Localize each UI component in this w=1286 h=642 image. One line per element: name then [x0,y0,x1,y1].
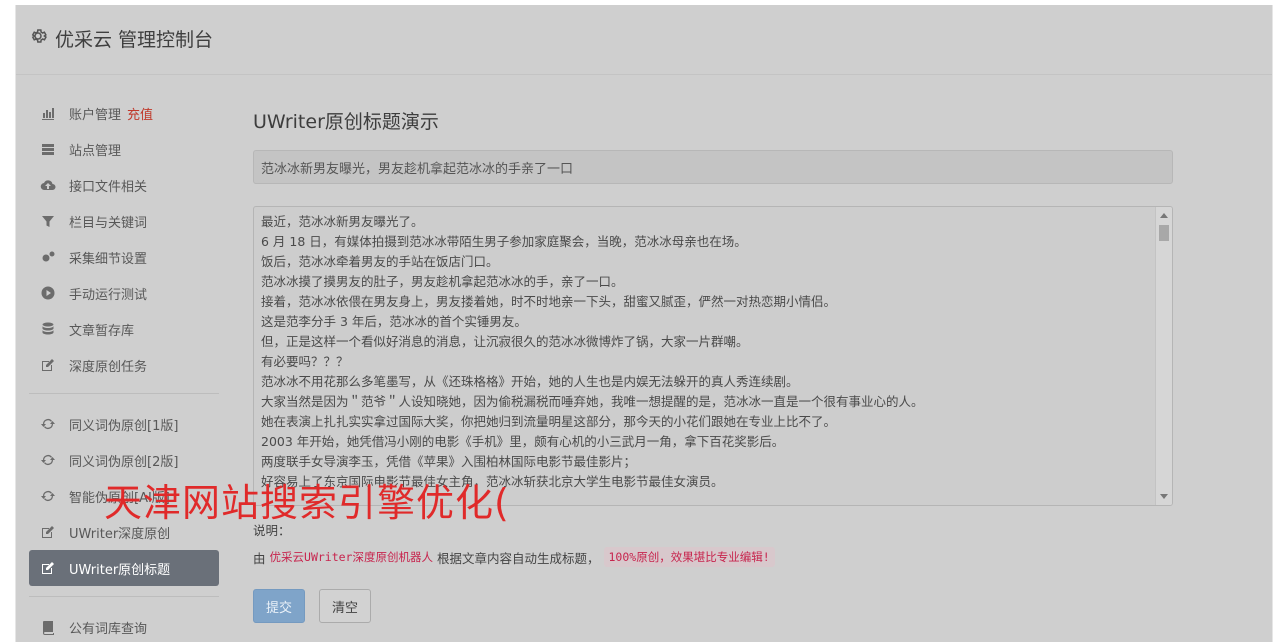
sidebar-item[interactable]: UWriter原创标题 [29,550,219,586]
article-line: 这是范李分手 3 年后，范冰冰的首个实锤男友。 [261,314,527,329]
sidebar: 账户管理 充值站点管理接口文件相关 栏目与关键词 采集细节设置 手动运行测试 文章暂存库深… [29,95,219,642]
textarea-scrollbar[interactable] [1155,207,1172,505]
sidebar-item[interactable]: 文章暂存库 [29,311,219,347]
scroll-up-icon[interactable] [1160,213,1168,218]
sidebar-item[interactable]: 采集细节设置 [29,239,219,275]
cogs-icon [39,248,57,266]
edit-icon [39,356,57,374]
article-line: 范冰冰不用花那么多笔墨写，从《还珠格格》开始，她的人生也是内娱无法躲开的真人秀连… [261,374,799,389]
header: 优采云 管理控制台 [16,5,1272,75]
sidebar-item[interactable]: 账户管理 充值 [29,95,219,131]
article-line: 她在表演上扎扎实实拿过国际大奖，你把她归到流量明星这部分，那今天的小花们跟她在专… [261,414,837,429]
sidebar-item-label: 公有词库查询 [69,621,148,637]
sidebar-divider [29,596,219,597]
brand[interactable]: 优采云 管理控制台 [29,25,213,52]
sidebar-item[interactable]: 栏目与关键词 [29,203,219,239]
article-line: 6 月 18 日，有媒体拍摄到范冰冰带陌生男子参加家庭聚会，当晚，范冰冰母亲也在… [261,234,747,249]
sidebar-item[interactable]: 手动运行测试 [29,275,219,311]
sidebar-item[interactable]: 站点管理 [29,131,219,167]
note: 由 优采云UWriter深度原创机器人 根据文章内容自动生成标题， 100%原创… [253,547,1173,567]
article-line: 接着，范冰冰依偎在男友身上，男友搂着她，时不时地亲一下头，甜蜜又腻歪，俨然一对热… [261,294,837,309]
article-line: 最近，范冰冰新男友曝光了。 [261,214,424,229]
sidebar-item[interactable]: 接口文件相关 [29,167,219,203]
sidebar-item-label: 文章暂存库 [69,323,135,339]
submit-button[interactable]: 提交 [253,589,306,623]
sidebar-item-label: 同义词伪原创[2版] [69,454,179,470]
sidebar-divider [29,393,219,394]
article-line: 两度联手女导演李玉，凭借《苹果》入围柏林国际电影节最佳影片； [261,454,637,469]
article-line: 有必要吗？？？ [261,354,349,369]
article-line: 但，正是这样一个看似好消息的消息，让沉寂很久的范冰冰微博炸了锅，大家一片群嘲。 [261,334,749,349]
note-prefix: 由 [253,550,266,566]
article-line: 饭后，范冰冰牵着男友的手站在饭店门口。 [261,254,499,269]
database-icon [39,320,57,338]
clear-button[interactable]: 清空 [319,589,372,623]
app-frame: 优采云 管理控制台 账户管理 充值站点管理接口文件相关 栏目与关键词 采集细节设置 手动… [15,5,1273,642]
refresh-icon [39,487,57,505]
sidebar-item[interactable]: 深度原创任务 [29,347,219,383]
edit-icon [39,523,57,541]
sidebar-item-label: 站点管理 [69,143,122,159]
bar-chart-icon [39,104,57,122]
gear-icon [29,27,47,50]
article-line: 大家当然是因为＂范爷＂人设知晓她，因为偷税漏税而唾弃她，我唯一想提醒的是，范冰冰… [261,394,924,409]
play-circle-icon [39,284,57,302]
recharge-link[interactable]: 充值 [127,104,153,123]
sidebar-item-label: 手动运行测试 [69,287,148,303]
article-line: 2003 年开始，她凭借冯小刚的电影《手机》里，颇有心机的小三武月一角，拿下百花… [261,434,785,449]
note-middle: 根据文章内容自动生成标题， [436,550,600,566]
title-output-field[interactable]: 范冰冰新男友曝光，男友趁机拿起范冰冰的手亲了一口 [253,150,1173,184]
filter-icon [39,212,57,230]
scroll-down-icon[interactable] [1160,494,1168,499]
sidebar-item[interactable]: 公有词库查询 [29,609,219,642]
edit-icon [39,559,57,577]
sidebar-item-label: 栏目与关键词 [69,215,148,231]
sidebar-item-label: 深度原创任务 [69,359,148,375]
article-textarea[interactable]: 最近，范冰冰新男友曝光了。 6 月 18 日，有媒体拍摄到范冰冰带陌生男子参加家庭… [253,206,1173,506]
sidebar-item-label: 接口文件相关 [69,179,148,195]
cloud-upload-icon [39,176,57,194]
action-buttons: 提交 清空 [253,589,1173,623]
sidebar-item-label: UWriter原创标题 [69,562,171,578]
brand-title: 优采云 管理控制台 [55,29,214,51]
scroll-thumb[interactable] [1159,225,1169,241]
refresh-icon [39,415,57,433]
refresh-icon [39,451,57,469]
sidebar-item-label: 账户管理 [69,107,122,123]
article-text: 最近，范冰冰新男友曝光了。 6 月 18 日，有媒体拍摄到范冰冰带陌生男子参加家庭… [261,212,1152,492]
page-title: UWriter原创标题演示 [253,111,439,133]
note-robot-name: 优采云UWriter深度原创机器人 [269,550,433,564]
article-line: 范冰冰摸了摸男友的肚子，男友趁机拿起范冰冰的手，亲了一口。 [261,274,624,289]
watermark-text: 天津网站搜索引擎优化( [104,481,510,525]
main-content: UWriter原创标题演示 范冰冰新男友曝光，男友趁机拿起范冰冰的手亲了一口 最… [253,95,1173,623]
book-icon [39,618,57,636]
server-icon [39,140,57,158]
sidebar-item[interactable]: 同义词伪原创[1版] [29,406,219,442]
note-highlight: 100%原创，效果堪比专业编辑! [603,547,775,567]
sidebar-item-label: 采集细节设置 [69,251,148,267]
sidebar-item-label: 同义词伪原创[1版] [69,418,179,434]
